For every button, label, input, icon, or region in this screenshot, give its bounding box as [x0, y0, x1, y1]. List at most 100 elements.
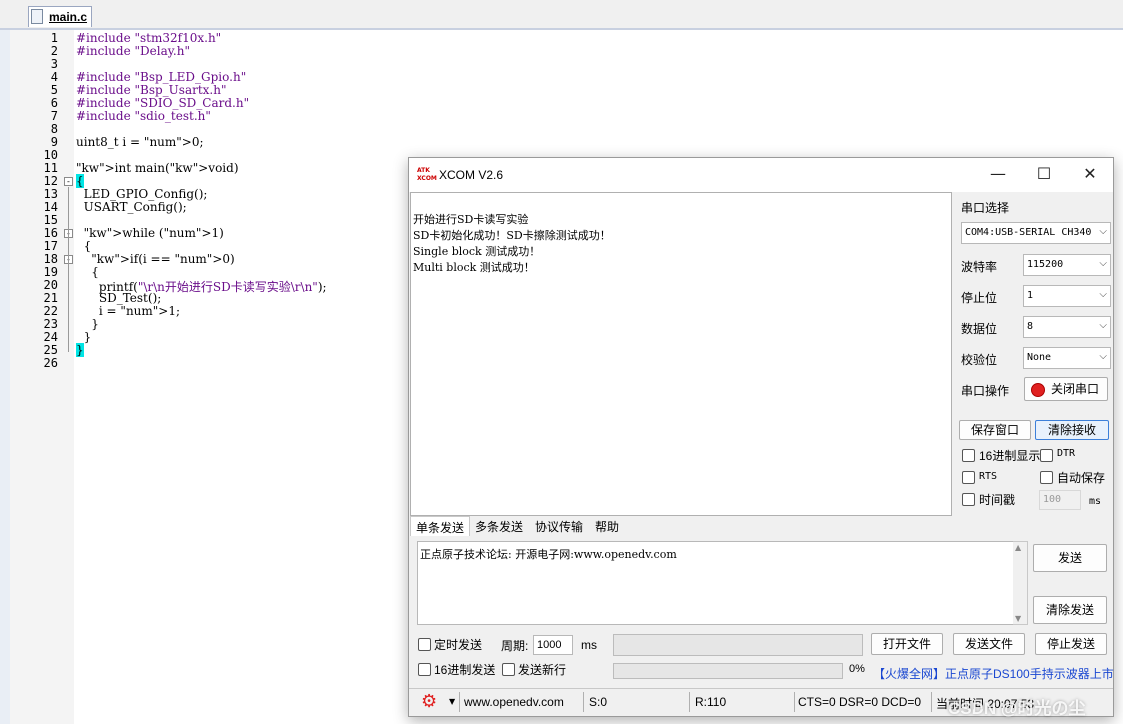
ad-link[interactable]: 【火爆全网】正点原子DS100手持示波器上市: [873, 665, 1114, 682]
maximize-button[interactable]: ☐: [1029, 162, 1059, 186]
code-line[interactable]: #include "Delay.h": [76, 44, 190, 58]
file-path-field: [613, 634, 863, 656]
timestamp-input[interactable]: 100: [1039, 490, 1081, 510]
code-line[interactable]: #include "Bsp_LED_Gpio.h": [76, 70, 246, 84]
minimize-button[interactable]: —: [983, 162, 1013, 186]
tab-protocol[interactable]: 协议传输: [530, 516, 590, 536]
autosave-label: 自动保存: [1057, 471, 1106, 485]
line-number: 11: [43, 161, 58, 175]
code-line[interactable]: }: [76, 317, 99, 331]
code-line[interactable]: #include "stm32f10x.h": [76, 31, 221, 45]
send-newline-checkbox[interactable]: [502, 663, 515, 676]
status-url[interactable]: www.openedv.com: [464, 695, 564, 709]
clear-send-button[interactable]: 清除发送: [1033, 596, 1107, 624]
line-number: 18: [43, 252, 58, 266]
stop-bits-select[interactable]: 1 ⌵: [1023, 285, 1111, 307]
code-line[interactable]: #include "SDIO_SD_Card.h": [76, 96, 249, 110]
line-number: 9: [50, 135, 58, 149]
status-separator: [794, 692, 795, 712]
line-number: 16: [43, 226, 58, 240]
code-line[interactable]: "kw">while ("num">1): [76, 226, 224, 240]
port-select[interactable]: COM4:USB-SERIAL CH340 ⌵: [961, 222, 1111, 244]
code-line[interactable]: {: [76, 239, 92, 253]
receive-area[interactable]: 开始进行SD卡读写实验 SD卡初始化成功！SD卡擦除测试成功！ Single b…: [410, 192, 952, 516]
code-line[interactable]: {: [76, 174, 84, 188]
timestamp-checkbox[interactable]: [962, 493, 975, 506]
line-number: 17: [43, 239, 58, 253]
clear-receive-button[interactable]: 清除接收: [1035, 420, 1109, 440]
scroll-down-icon[interactable]: ▼: [1015, 614, 1021, 623]
code-line[interactable]: #include "Bsp_Usartx.h": [76, 83, 227, 97]
timed-send-checkbox[interactable]: [418, 638, 431, 651]
baud-value: 115200: [1027, 259, 1064, 270]
tab-multi-send[interactable]: 多条发送: [470, 516, 530, 536]
code-line[interactable]: USART_Config();: [76, 200, 187, 214]
code-line[interactable]: SD_Test();: [76, 291, 161, 305]
scroll-up-icon[interactable]: ▲: [1015, 543, 1021, 552]
send-input[interactable]: 正点原子技术论坛: 开源电子网:www.openedv.com: [417, 541, 1015, 625]
line-number: 19: [43, 265, 58, 279]
send-scrollbar[interactable]: ▲ ▼: [1013, 541, 1028, 625]
send-button[interactable]: 发送: [1033, 544, 1107, 572]
hex-send-label: 16进制发送: [434, 663, 496, 677]
line-number: 21: [43, 291, 58, 305]
timestamp-label: 时间戳: [979, 493, 1016, 507]
code-line[interactable]: {: [76, 265, 99, 279]
code-line[interactable]: "kw">int main("kw">void): [76, 161, 239, 175]
baud-select[interactable]: 115200 ⌵: [1023, 254, 1111, 276]
hex-display-checkbox[interactable]: [962, 449, 975, 462]
parity-select[interactable]: None ⌵: [1023, 347, 1111, 369]
line-number: 2: [50, 44, 58, 58]
rts-checkbox[interactable]: [962, 471, 975, 484]
code-line[interactable]: }: [76, 330, 92, 344]
send-file-button[interactable]: 发送文件: [953, 633, 1025, 655]
open-file-button[interactable]: 打开文件: [871, 633, 943, 655]
tab-single-send[interactable]: 单条发送: [410, 516, 470, 536]
status-received: R:110: [695, 695, 727, 709]
hex-send-checkbox[interactable]: [418, 663, 431, 676]
title-bar[interactable]: ATK XCOM XCOM V2.6 — ☐ ✕: [409, 158, 1113, 192]
line-number: 6: [50, 96, 58, 110]
code-line[interactable]: LED_GPIO_Config();: [76, 187, 208, 201]
dtr-checkbox[interactable]: [1040, 449, 1053, 462]
close-port-button[interactable]: 关闭串口: [1024, 377, 1108, 401]
timestamp-unit: ms: [1089, 496, 1102, 507]
port-op-label: 串口操作: [961, 384, 1010, 398]
progress-percent: 0%: [849, 663, 865, 675]
logo-text-top: ATK: [417, 167, 430, 174]
code-line[interactable]: #include "sdio_test.h": [76, 109, 211, 123]
line-number: 3: [50, 57, 58, 71]
code-line[interactable]: i = "num">1;: [76, 304, 180, 318]
receive-line: Multi block 测试成功！: [413, 261, 535, 274]
tab-help[interactable]: 帮助: [590, 516, 634, 536]
fold-toggle-icon[interactable]: -: [64, 177, 73, 186]
fold-line: [68, 187, 69, 352]
autosave-checkbox[interactable]: [1040, 471, 1053, 484]
chevron-down-icon: ⌵: [1099, 351, 1107, 362]
code-line[interactable]: "kw">if(i == "num">0): [76, 252, 234, 266]
stop-send-button[interactable]: 停止发送: [1035, 633, 1107, 655]
chevron-down-icon: ⌵: [1099, 320, 1107, 331]
status-separator: [931, 692, 932, 712]
dropdown-arrow-icon[interactable]: ▼: [449, 697, 455, 706]
parity-label: 校验位: [961, 353, 998, 367]
line-number: 5: [50, 83, 58, 97]
status-separator: [459, 692, 460, 712]
line-number: 26: [43, 356, 58, 370]
close-button[interactable]: ✕: [1075, 162, 1105, 186]
period-input[interactable]: 1000: [533, 635, 573, 655]
settings-gear-icon[interactable]: ⚙: [421, 691, 437, 712]
line-number: 4: [50, 70, 58, 84]
port-value: COM4:USB-SERIAL CH340: [965, 227, 1092, 238]
save-window-button[interactable]: 保存窗口: [959, 420, 1031, 440]
send-newline-label: 发送新行: [518, 663, 567, 677]
status-signals: CTS=0 DSR=0 DCD=0: [798, 695, 922, 709]
hex-display-label: 16进制显示: [979, 449, 1041, 463]
data-bits-select[interactable]: 8 ⌵: [1023, 316, 1111, 338]
code-line[interactable]: uint8_t i = "num">0;: [76, 135, 204, 149]
baud-label: 波特率: [961, 260, 998, 274]
tab-main-c[interactable]: main.c: [28, 6, 92, 27]
chevron-down-icon: ⌵: [1099, 226, 1107, 237]
code-line[interactable]: }: [76, 343, 84, 357]
period-unit: ms: [581, 638, 597, 652]
